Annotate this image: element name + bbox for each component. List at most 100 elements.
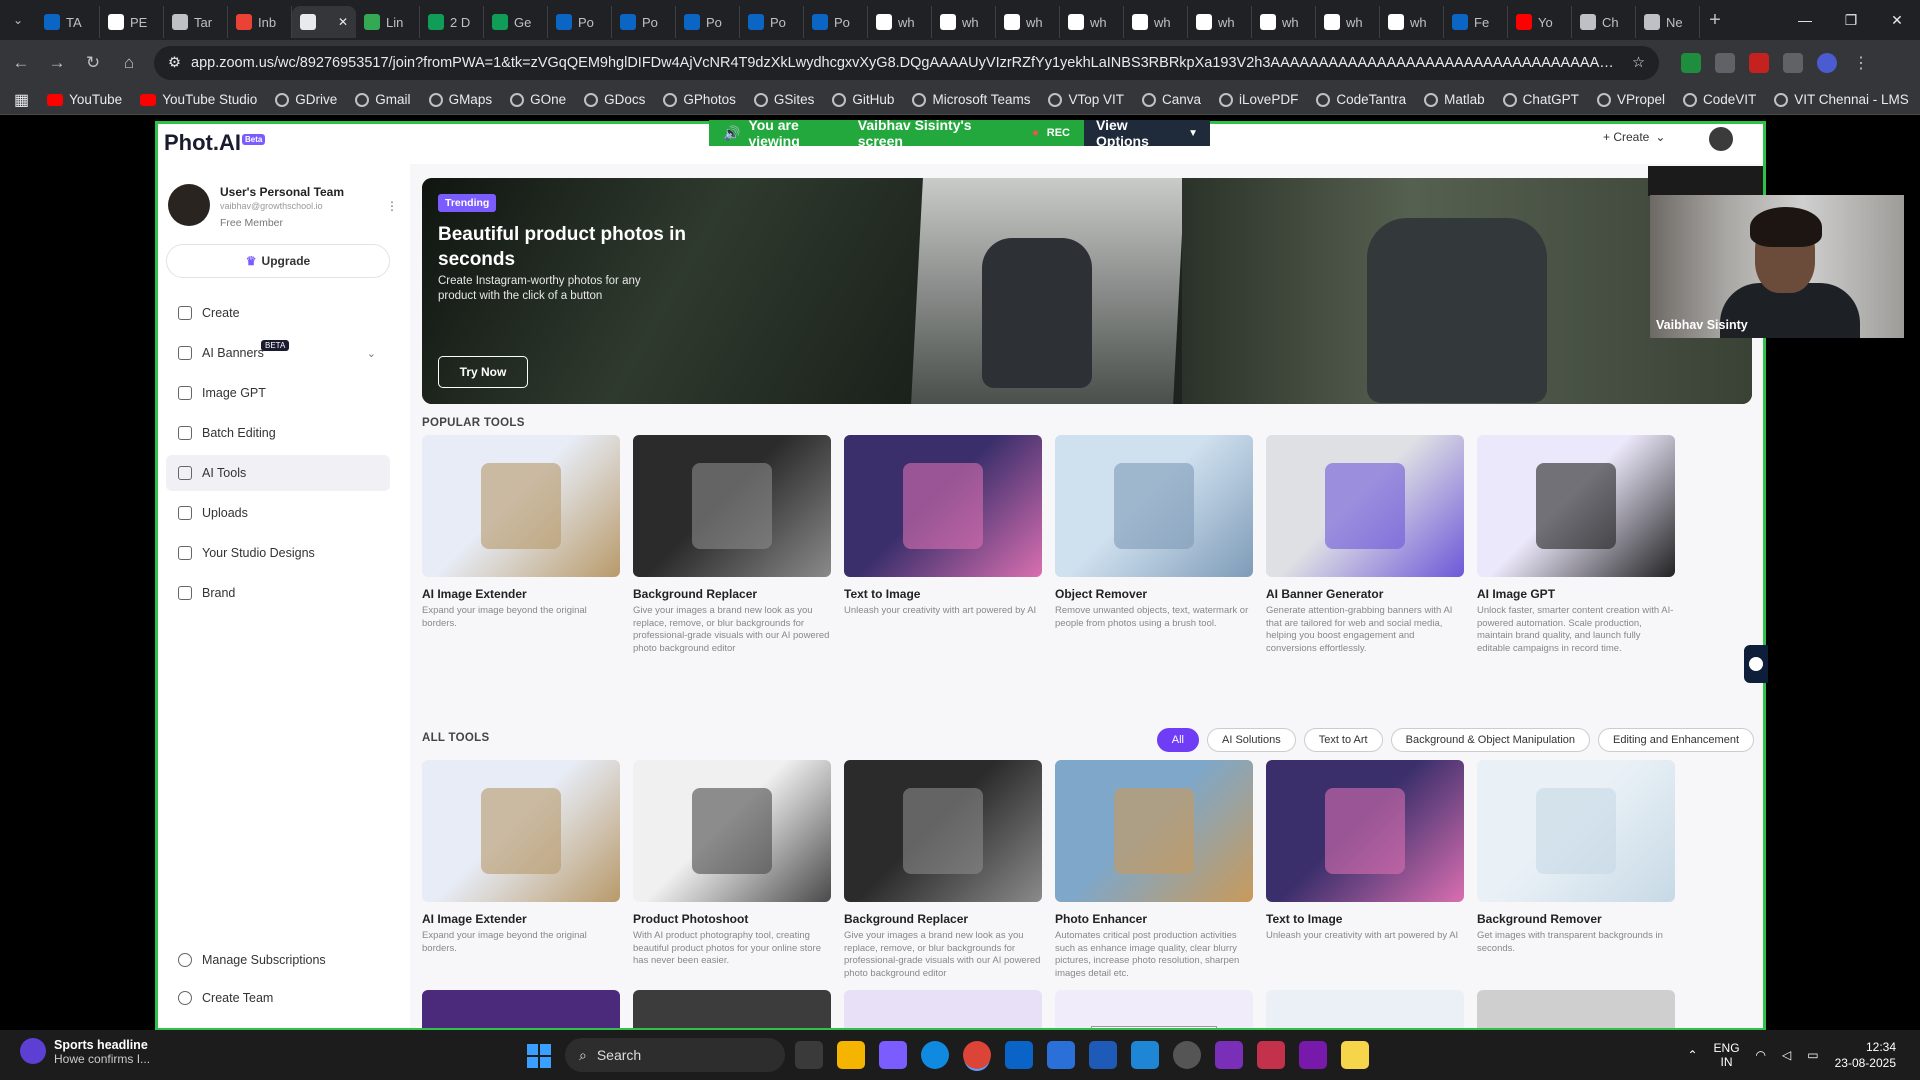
tool-card[interactable] — [422, 990, 620, 1028]
bookmark-star-icon[interactable]: ☆ — [1632, 55, 1645, 71]
browser-tab[interactable]: Po — [804, 6, 868, 38]
bookmark-item[interactable]: VTop VIT — [1039, 92, 1133, 107]
sidebar-item-image-gpt[interactable]: Image GPT — [166, 375, 390, 411]
browser-tab[interactable]: Po — [548, 6, 612, 38]
store-icon[interactable] — [1047, 1041, 1075, 1069]
sidebar-item-batch-editing[interactable]: Batch Editing — [166, 415, 390, 451]
bookmark-item[interactable]: GitHub — [823, 92, 903, 107]
hero-banner[interactable]: Trending Beautiful product photos in sec… — [422, 178, 1752, 404]
pocket-extension-icon[interactable] — [1749, 52, 1769, 73]
taskbar-search[interactable]: ⌕ Search — [565, 1038, 785, 1072]
tab-search-chevron-icon[interactable]: ⌄ — [0, 0, 36, 40]
forward-icon[interactable]: → — [42, 53, 72, 73]
browser-tab[interactable]: Ch — [1572, 6, 1636, 38]
browser-tab[interactable]: wh — [1188, 6, 1252, 38]
view-options-button[interactable]: View Options ▼ — [1084, 117, 1210, 149]
browser-tab[interactable]: wh — [868, 6, 932, 38]
browser-tab[interactable]: Ne — [1636, 6, 1700, 38]
tool-card[interactable]: AI Image Extender Expand your image beyon… — [422, 760, 620, 980]
shield-extension-icon[interactable] — [1681, 52, 1701, 73]
language-indicator[interactable]: ENG IN — [1714, 1041, 1740, 1069]
sidebar-item-create-team[interactable]: Create Team — [166, 979, 390, 1017]
browser-tab[interactable]: Po — [740, 6, 804, 38]
browser-tab[interactable]: Po — [676, 6, 740, 38]
new-tab-button[interactable]: + — [1700, 9, 1730, 32]
browser-tab[interactable]: ✕ — [292, 6, 356, 38]
browser-tab[interactable]: wh — [1316, 6, 1380, 38]
tool-card[interactable]: Product Photoshoot With AI product photog… — [633, 760, 831, 980]
tool-card[interactable]: AI Banner Generator Generate attention-gr… — [1266, 435, 1464, 655]
browser-tab[interactable]: 2 D — [420, 6, 484, 38]
filter-pill[interactable]: All — [1156, 728, 1199, 752]
news-widget[interactable]: Sports headline Howe confirms I... — [20, 1038, 150, 1066]
sidebar-item-brand[interactable]: Brand — [166, 575, 390, 611]
bookmark-item[interactable]: iLovePDF — [1210, 92, 1307, 107]
url-bar[interactable]: ⚙ app.zoom.us/wc/89276953517/join?fromPW… — [154, 45, 1659, 80]
snipping-tool-icon[interactable] — [1257, 1041, 1285, 1069]
task-view-icon[interactable] — [795, 1041, 823, 1069]
profile-avatar-icon[interactable] — [1817, 52, 1837, 73]
camera-extension-icon[interactable] — [1715, 52, 1735, 73]
tool-card[interactable] — [844, 990, 1042, 1028]
minimize-icon[interactable]: — — [1782, 0, 1828, 40]
onenote-icon[interactable] — [1299, 1041, 1327, 1069]
sidebar-item-create[interactable]: Create — [166, 295, 390, 331]
tool-card[interactable]: Object Remover Remove unwanted objects, t… — [1055, 435, 1253, 655]
sidebar-item-preferences[interactable]: Preferences — [166, 1017, 390, 1028]
battery-icon[interactable]: ▭ — [1807, 1048, 1818, 1062]
filter-pill[interactable]: Editing and Enhancement — [1598, 728, 1754, 752]
bookmark-item[interactable]: CodeTantra — [1307, 92, 1415, 107]
bookmark-item[interactable]: ChatGPT — [1494, 92, 1588, 107]
sidebar-item-your-studio-designs[interactable]: Your Studio Designs — [166, 535, 390, 571]
browser-tab[interactable]: wh — [996, 6, 1060, 38]
puzzle-extension-icon[interactable] — [1783, 52, 1803, 73]
tool-card[interactable]: AI Image Extender Expand your image beyon… — [422, 435, 620, 655]
try-now-button[interactable]: Try Now — [438, 356, 528, 388]
browser-tab[interactable]: PE — [100, 6, 164, 38]
sidebar-item-ai-tools[interactable]: AI Tools — [166, 455, 390, 491]
browser-tab[interactable]: Fe — [1444, 6, 1508, 38]
tool-card[interactable]: Text to Image Unleash your creativity wit… — [1266, 760, 1464, 980]
team-switcher[interactable]: User's Personal Team vaibhav@growthschoo… — [168, 184, 344, 229]
copilot-icon[interactable] — [879, 1041, 907, 1069]
photai-logo[interactable]: Phot.AI Beta — [164, 130, 266, 156]
bookmark-item[interactable]: YouTube Studio — [131, 92, 266, 107]
bookmark-item[interactable]: VIT Chennai - LMS — [1765, 92, 1918, 107]
filter-pill[interactable]: Background & Object Manipulation — [1390, 728, 1591, 752]
bookmark-item[interactable]: GDrive — [266, 92, 346, 107]
team-menu-icon[interactable]: ⋮ — [386, 199, 398, 213]
filter-pill[interactable]: AI Solutions — [1207, 728, 1296, 752]
windows-start-icon[interactable] — [527, 1044, 551, 1068]
bookmark-item[interactable]: Microsoft Teams — [903, 92, 1039, 107]
browser-tab[interactable]: Ge — [484, 6, 548, 38]
bookmark-item[interactable]: GPhotos — [654, 92, 745, 107]
vscode-icon[interactable] — [1131, 1041, 1159, 1069]
bookmark-item[interactable]: Canva — [1133, 92, 1210, 107]
outlook-icon[interactable] — [1005, 1041, 1033, 1069]
bookmark-item[interactable]: GSites — [745, 92, 824, 107]
tool-card[interactable] — [1477, 990, 1675, 1028]
reload-icon[interactable]: ↻ — [78, 53, 108, 73]
tool-card[interactable]: Hand — [1055, 990, 1253, 1028]
browser-tab[interactable]: Inb — [228, 6, 292, 38]
user-avatar[interactable] — [1709, 127, 1733, 151]
bookmark-item[interactable]: GDocs — [575, 92, 654, 107]
file-explorer-icon[interactable] — [837, 1041, 865, 1069]
close-window-icon[interactable]: ✕ — [1874, 0, 1920, 40]
tool-card[interactable]: Background Replacer Give your images a br… — [844, 760, 1042, 980]
browser-tab[interactable]: TA — [36, 6, 100, 38]
intune-icon[interactable] — [1089, 1041, 1117, 1069]
site-info-icon[interactable]: ⚙ — [168, 55, 181, 71]
tool-card[interactable]: Photo Enhancer Automates critical post pr… — [1055, 760, 1253, 980]
sidebar-item-uploads[interactable]: Uploads — [166, 495, 390, 531]
back-icon[interactable]: ← — [6, 53, 36, 73]
create-dropdown-button[interactable]: + Create ⌄ — [1603, 130, 1665, 144]
chevron-up-icon[interactable]: ⌃ — [1687, 1048, 1697, 1062]
browser-tab[interactable]: Lin — [356, 6, 420, 38]
tool-card[interactable] — [1266, 990, 1464, 1028]
wifi-icon[interactable]: ◠ — [1756, 1048, 1766, 1062]
tool-card[interactable]: AI Image GPT Unlock faster, smarter conte… — [1477, 435, 1675, 655]
browser-tab[interactable]: wh — [1124, 6, 1188, 38]
sidebar-item-manage-subscriptions[interactable]: Manage Subscriptions — [166, 941, 390, 979]
upgrade-button[interactable]: ♛ Upgrade — [166, 244, 390, 278]
